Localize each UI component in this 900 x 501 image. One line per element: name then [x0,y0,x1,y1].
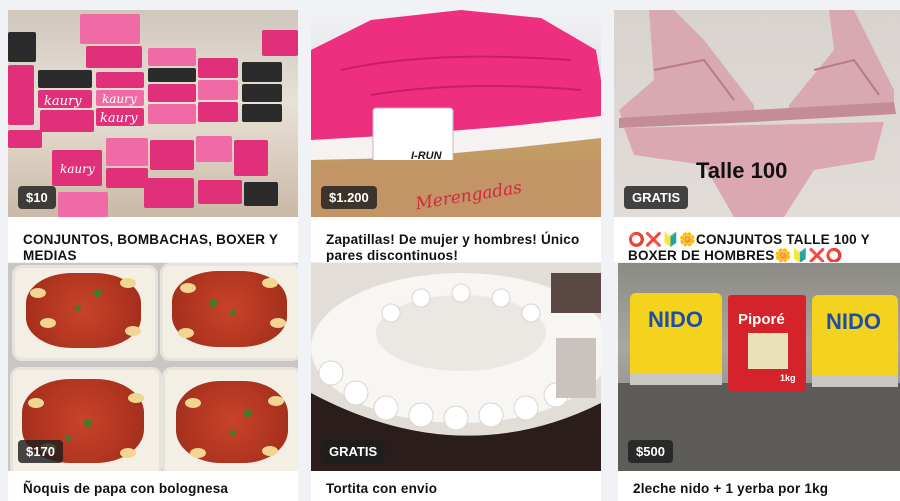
listing-photo[interactable]: $170 [8,263,298,471]
listing-title[interactable]: 2leche nido + 1 yerba por 1kg [633,481,892,497]
price-badge: $170 [18,440,63,463]
listing-photo[interactable]: NIDO NIDO Piporé 1kg $500 [618,263,900,471]
price-badge: $10 [18,186,56,209]
yerba-weight-text: 1kg [780,373,796,383]
listing-photo[interactable]: Talle 100 GRATIS [614,10,900,217]
brand-box-text: kaury [60,162,95,176]
listing-title[interactable]: Ñoquis de papa con bolognesa [23,481,290,497]
listing-photo[interactable]: GRATIS [311,263,601,471]
overlay-size-text: Talle 100 [696,158,788,183]
can-brand-text: NIDO [826,309,881,334]
listing-title[interactable]: Zapatillas! De mujer y hombres! Único pa… [326,232,593,262]
listing-card[interactable]: NIDO NIDO Piporé 1kg $500 2leche nido + … [618,263,900,501]
listing-title[interactable]: Tortita con envio [326,481,593,497]
listing-title[interactable]: CONJUNTOS, BOMBACHAS, BOXER Y MEDIAS [23,232,290,262]
listing-photo[interactable]: I-RUN Merengadas $1.200 [311,10,601,217]
listing-card[interactable]: Talle 100 GRATIS ⭕❌🔰🌼CONJUNTOS TALLE 100… [614,10,900,262]
listing-card[interactable]: kaury kaury kaury kaury $10 CONJUNTOS, B… [8,10,298,262]
shoe-tag-text: I-RUN [411,150,442,162]
yerba-brand-text: Piporé [738,311,785,328]
brand-box-text: kaury [102,92,137,106]
listing-card[interactable]: $170 Ñoquis de papa con bolognesa [8,263,298,501]
brand-box-text: kaury [44,94,82,109]
listing-title[interactable]: ⭕❌🔰🌼CONJUNTOS TALLE 100 Y BOXER DE HOMBR… [628,232,892,262]
can-brand-text: NIDO [648,307,703,332]
listing-card[interactable]: GRATIS Tortita con envio [311,263,601,501]
price-badge: GRATIS [321,440,386,463]
price-badge: $500 [628,440,673,463]
price-badge: GRATIS [624,186,689,209]
price-badge: $1.200 [321,186,377,209]
brand-box-text: kaury [100,111,138,126]
listing-card[interactable]: I-RUN Merengadas $1.200 Zapatillas! De m… [311,10,601,262]
listing-photo[interactable]: kaury kaury kaury kaury $10 [8,10,298,217]
